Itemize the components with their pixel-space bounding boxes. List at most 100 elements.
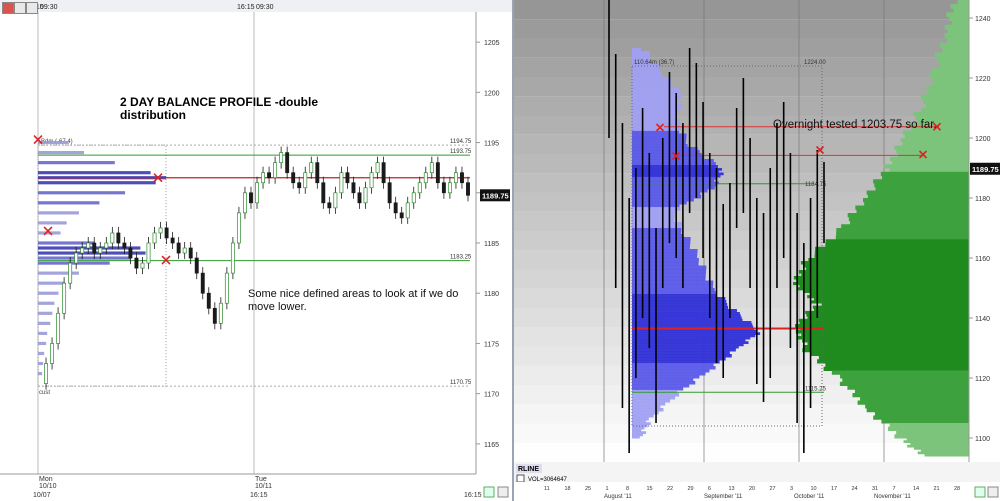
x-label-day2: Tue — [255, 476, 267, 483]
candle-body — [405, 202, 410, 219]
candle-body — [357, 192, 362, 204]
bg-band — [514, 442, 969, 462]
candle-body — [176, 242, 181, 254]
blue-profile-bar — [632, 411, 659, 415]
right-x-day: 20 — [749, 486, 755, 492]
blue-profile-bar — [632, 303, 728, 307]
right-chart-pane[interactable]: 110.64m (36.7) 1224.00 1184.75 1115.25 1240 1… — [514, 0, 1000, 501]
candle-body — [86, 242, 91, 249]
blue-profile-bar — [632, 225, 682, 229]
candle-body — [423, 172, 428, 184]
candle-body — [212, 307, 217, 324]
blue-profile-bar — [632, 246, 690, 250]
candle-body — [273, 162, 278, 179]
candle-body — [321, 182, 326, 204]
ref-label: 1183.25 — [450, 255, 472, 261]
home-icon[interactable] — [14, 2, 26, 14]
green-profile-bar — [931, 76, 969, 82]
green-profile-bar — [867, 194, 969, 199]
blue-profile-bar — [632, 108, 680, 113]
right-y-tick-label: 1160 — [975, 256, 990, 263]
right-chart[interactable]: 110.64m (36.7) 1224.001184.751115.2512401… — [514, 0, 1000, 501]
green-profile-bar — [928, 90, 969, 95]
profile-bar — [38, 301, 55, 305]
right-x-day: 18 — [565, 486, 571, 492]
left-chart-pane[interactable]: 5:1509:3016:1509:30Bdm (-67.4)cust1194.7… — [0, 0, 514, 501]
blue-profile-bar — [632, 54, 650, 58]
right-x-day: 24 — [852, 486, 858, 492]
candle-body — [447, 182, 452, 194]
green-profile-bar — [800, 327, 969, 331]
green-profile-bar — [942, 47, 969, 53]
candle-body — [128, 247, 133, 259]
y-tick-label: 1200 — [484, 90, 500, 97]
green-profile-bar — [839, 381, 969, 386]
lock-icon[interactable] — [26, 2, 38, 14]
y-tick-label: 1185 — [484, 241, 499, 248]
toolbar-time-c: 16:15 — [237, 4, 255, 11]
profile-bar — [38, 321, 51, 325]
candle-body — [261, 172, 265, 184]
profile-bar — [38, 191, 126, 195]
right-x-day: 27 — [770, 486, 776, 492]
blue-profile-bar — [632, 348, 736, 352]
blue-profile-bar — [632, 417, 649, 421]
green-profile-bar — [902, 141, 969, 146]
green-profile-bar — [882, 175, 969, 180]
green-profile-bar — [896, 149, 969, 154]
green-profile-bar — [807, 342, 969, 346]
green-profile-bar — [913, 111, 969, 116]
green-profile-bar — [947, 28, 969, 34]
candle-body — [460, 172, 464, 184]
right-low-label: 1115.25 — [805, 386, 826, 392]
right-x-month: October '11 — [794, 494, 825, 500]
green-profile-bar — [802, 345, 969, 349]
candle-body — [50, 343, 55, 364]
profile-bar — [38, 331, 48, 335]
green-profile-bar — [836, 228, 969, 233]
ref-label: 1170.75 — [450, 380, 472, 386]
green-profile-bar — [817, 359, 969, 364]
green-profile-bar — [796, 336, 969, 340]
candle-body — [387, 182, 392, 204]
candle-body — [411, 192, 416, 204]
chart-menu-icon[interactable] — [2, 2, 14, 14]
green-profile-bar — [934, 52, 969, 58]
green-profile-bar — [835, 235, 969, 240]
blue-profile-bar — [632, 69, 660, 73]
indicator-title: RLINE — [518, 466, 539, 473]
green-profile-bar — [920, 94, 969, 100]
candle-body — [453, 172, 458, 184]
right-x-day: 25 — [585, 486, 591, 492]
profile-bar — [38, 241, 95, 245]
candle-body — [333, 192, 338, 209]
blue-profile-bar — [632, 408, 664, 412]
green-profile-bar — [855, 205, 969, 210]
candle-body — [297, 182, 302, 189]
green-profile-bar — [842, 378, 969, 383]
blue-profile-bar — [632, 115, 675, 120]
green-profile-bar — [800, 261, 969, 265]
blue-profile-bar — [632, 144, 688, 148]
green-profile-bar — [932, 67, 969, 73]
candle-body — [140, 262, 145, 269]
green-profile-bar — [957, 0, 969, 5]
candle-body — [417, 182, 422, 194]
profile-bar — [38, 211, 79, 215]
candle-body — [267, 172, 272, 179]
green-profile-bar — [847, 213, 969, 218]
blue-profile-bar — [632, 237, 691, 241]
green-profile-bar — [865, 404, 969, 409]
right-y-tick-label: 1100 — [975, 436, 990, 443]
green-profile-bar — [848, 216, 969, 221]
green-profile-bar — [836, 231, 969, 236]
x-label-date1: 10/10 — [39, 483, 57, 490]
left-chart[interactable]: 5:1509:3016:1509:30Bdm (-67.4)cust1194.7… — [0, 0, 512, 501]
blue-profile-bar — [632, 309, 737, 313]
green-profile-bar — [896, 430, 969, 435]
profile-bar — [38, 291, 59, 295]
green-profile-bar — [924, 453, 969, 457]
candle-body — [158, 227, 163, 234]
profile-bar — [38, 281, 65, 285]
candle-body — [363, 187, 368, 204]
